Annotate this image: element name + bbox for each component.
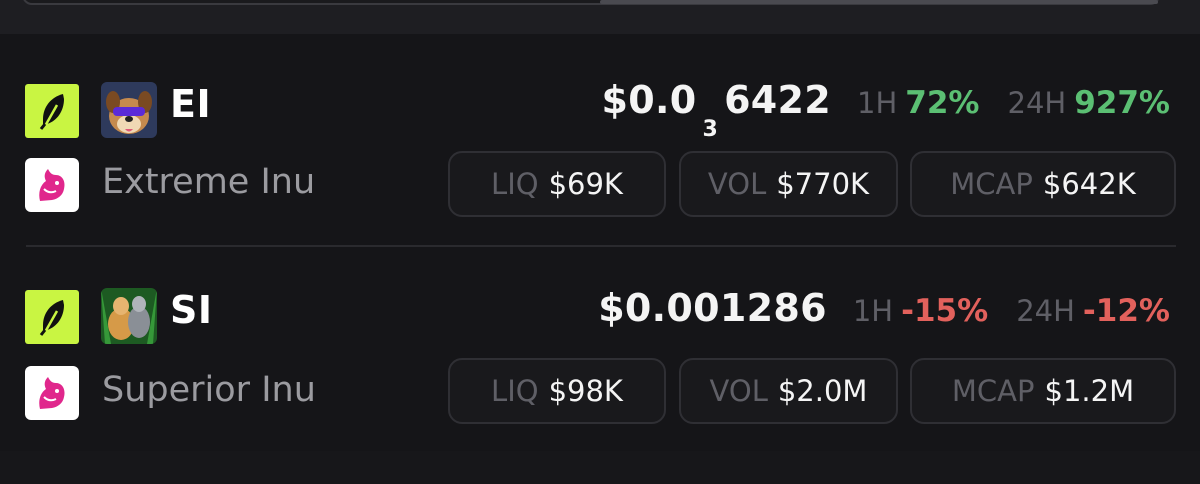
price-zero-count: 3 bbox=[702, 116, 719, 142]
volume-value: $770K bbox=[776, 167, 870, 201]
feather-icon bbox=[25, 290, 79, 344]
price-digits: 6422 bbox=[724, 78, 832, 122]
unicorn-icon bbox=[25, 158, 79, 212]
token-avatar bbox=[101, 82, 157, 138]
liquidity-label: LIQ bbox=[491, 167, 539, 201]
liquidity-label: LIQ bbox=[491, 374, 539, 408]
feather-icon bbox=[25, 84, 79, 138]
volume-label: VOL bbox=[709, 374, 768, 408]
market-cap-value: $1.2M bbox=[1044, 374, 1135, 408]
market-cap-pill[interactable]: MCAP $642K bbox=[910, 151, 1176, 217]
token-row[interactable]: SI $0.001286 1H -15% 24H -12% Superior I… bbox=[0, 284, 1200, 484]
volume-pill[interactable]: VOL $2.0M bbox=[679, 358, 898, 424]
token-name: Extreme Inu bbox=[102, 162, 316, 202]
market-cap-label: MCAP bbox=[950, 167, 1033, 201]
token-list: EI $0.036422 1H 72% 24H 927% Extreme Inu… bbox=[0, 34, 1200, 451]
liquidity-pill[interactable]: LIQ $98K bbox=[448, 358, 666, 424]
row-divider bbox=[26, 245, 1176, 247]
change-24h-value: -12% bbox=[1082, 293, 1170, 329]
market-cap-pill[interactable]: MCAP $1.2M bbox=[910, 358, 1176, 424]
token-symbol: SI bbox=[170, 288, 213, 332]
change-24h-label: 24H bbox=[1007, 86, 1067, 120]
change-1h-label: 1H bbox=[852, 294, 894, 328]
token-name: Superior Inu bbox=[102, 370, 316, 410]
price-block: $0.001286 1H -15% 24H -12% bbox=[598, 286, 1170, 342]
liquidity-pill[interactable]: LIQ $69K bbox=[448, 151, 666, 217]
volume-pill[interactable]: VOL $770K bbox=[679, 151, 898, 217]
price-prefix: $0.0 bbox=[601, 78, 697, 122]
search-field[interactable] bbox=[22, 0, 1160, 5]
token-price: $0.036422 bbox=[601, 78, 832, 142]
volume-value: $2.0M bbox=[777, 374, 868, 408]
change-1h-value: -15% bbox=[901, 293, 989, 329]
token-price: $0.001286 bbox=[598, 286, 827, 330]
token-avatar bbox=[101, 288, 157, 344]
liquidity-value: $98K bbox=[548, 374, 623, 408]
price-block: $0.036422 1H 72% 24H 927% bbox=[601, 78, 1170, 142]
liquidity-value: $69K bbox=[548, 167, 623, 201]
scrollbar[interactable] bbox=[600, 0, 1158, 4]
change-1h-label: 1H bbox=[857, 86, 898, 120]
token-symbol: EI bbox=[170, 82, 212, 126]
unicorn-icon bbox=[25, 366, 79, 420]
change-24h-label: 24H bbox=[1016, 294, 1075, 328]
market-cap-value: $642K bbox=[1042, 167, 1136, 201]
top-bar bbox=[0, 0, 1200, 34]
change-24h-value: 927% bbox=[1074, 85, 1170, 121]
market-cap-label: MCAP bbox=[951, 374, 1035, 408]
change-1h-value: 72% bbox=[905, 85, 980, 121]
volume-label: VOL bbox=[707, 167, 767, 201]
